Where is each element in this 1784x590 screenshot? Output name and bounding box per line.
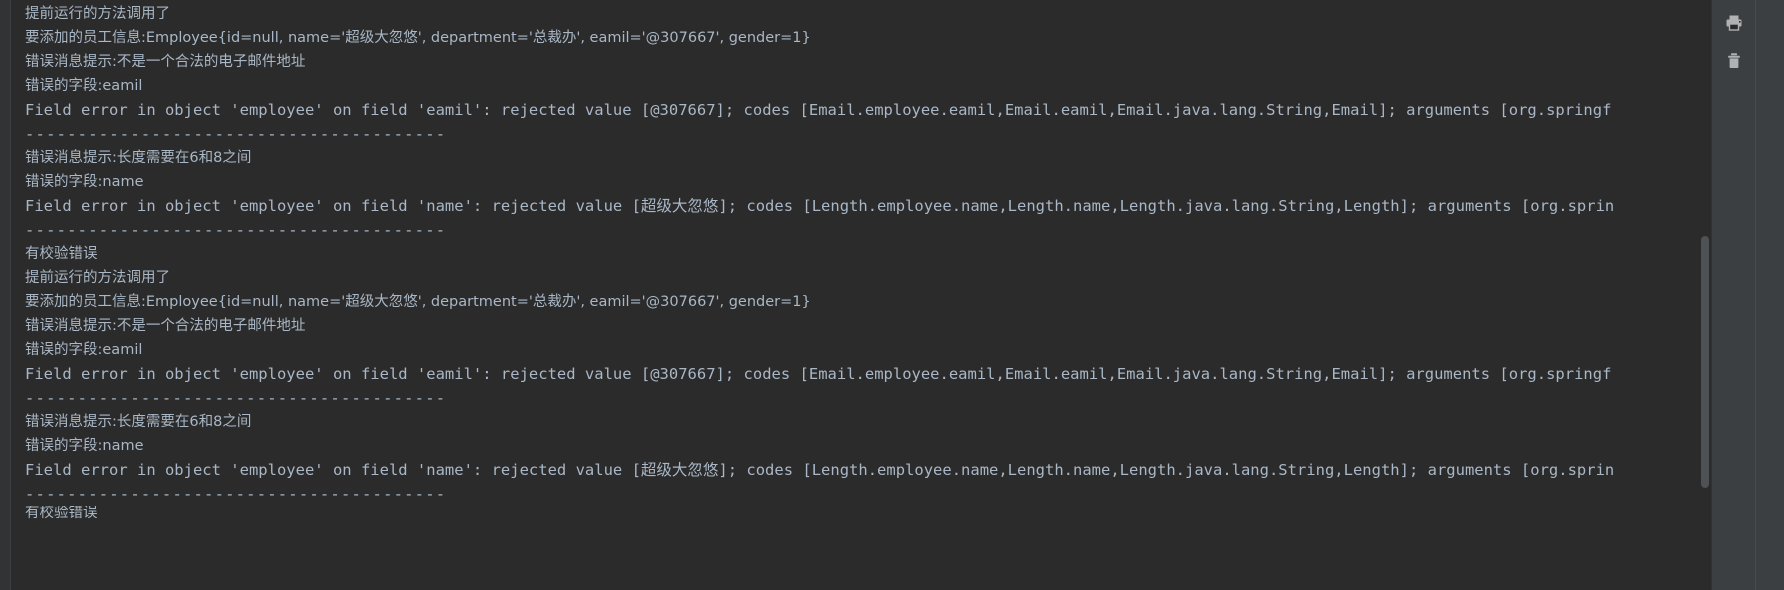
console-line: 错误消息提示:不是一个合法的电子邮件地址 (25, 54, 306, 70)
console-right-edge (1755, 0, 1784, 590)
console-line: 有校验错误 (25, 506, 98, 520)
console-line: 有校验错误 (25, 246, 98, 262)
console-line: Field error in object 'employee' on fiel… (25, 101, 1612, 119)
console-line: Field error in object 'employee' on fiel… (25, 461, 1615, 479)
console-line: 错误消息提示:长度需要在6和8之间 (25, 414, 252, 430)
print-button[interactable] (1717, 6, 1751, 40)
console-line: 错误的字段:name (25, 438, 144, 454)
vertical-scrollbar-track[interactable] (1698, 0, 1711, 590)
console-line: 提前运行的方法调用了 (25, 270, 170, 286)
console-line: ---------------------------------------- (25, 221, 447, 239)
console-line: ---------------------------------------- (25, 125, 447, 143)
printer-icon (1724, 13, 1744, 33)
console-line: 要添加的员工信息:Employee{id=null, name='超级大忽悠',… (25, 30, 811, 46)
console-line: 错误消息提示:不是一个合法的电子邮件地址 (25, 318, 306, 334)
console-line: 错误的字段:name (25, 174, 144, 190)
console-line: 错误消息提示:长度需要在6和8之间 (25, 150, 252, 166)
console-window: 提前运行的方法调用了要添加的员工信息:Employee{id=null, nam… (0, 0, 1784, 590)
vertical-scrollbar-thumb[interactable] (1701, 236, 1709, 488)
console-line: Field error in object 'employee' on fiel… (25, 365, 1612, 383)
trash-icon (1724, 51, 1744, 71)
console-line: 要添加的员工信息:Employee{id=null, name='超级大忽悠',… (25, 294, 811, 310)
console-line: ---------------------------------------- (25, 485, 447, 503)
console-line: Field error in object 'employee' on fiel… (25, 197, 1615, 215)
console-line: 错误的字段:eamil (25, 342, 143, 358)
console-left-gutter (0, 0, 11, 590)
console-output-panel[interactable]: 提前运行的方法调用了要添加的员工信息:Employee{id=null, nam… (11, 0, 1711, 590)
console-toolbar (1711, 0, 1755, 590)
console-log-text[interactable]: 提前运行的方法调用了要添加的员工信息:Employee{id=null, nam… (11, 0, 1711, 590)
console-line: 错误的字段:eamil (25, 78, 143, 94)
delete-button[interactable] (1717, 44, 1751, 78)
console-line: 提前运行的方法调用了 (25, 6, 170, 22)
console-line: ---------------------------------------- (25, 389, 447, 407)
